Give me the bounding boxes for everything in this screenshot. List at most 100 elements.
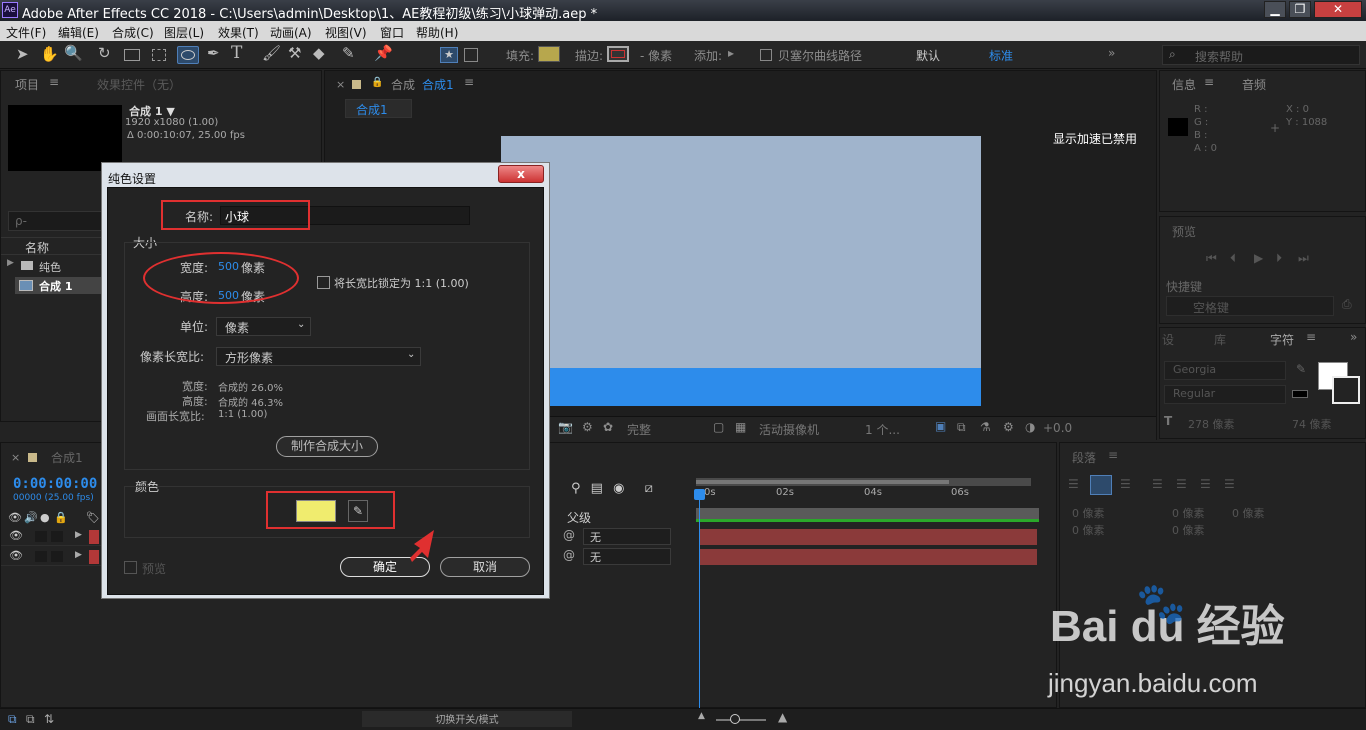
region-icon[interactable]: ▢ <box>713 420 724 434</box>
layer-2-visibility-icon[interactable]: 👁 <box>9 549 23 562</box>
preview-checkbox[interactable] <box>124 561 137 574</box>
align-left-icon[interactable]: ☰ <box>1068 477 1079 491</box>
search-help-box[interactable]: ⌕ 搜索帮助 <box>1162 45 1360 65</box>
layer-1-shy-box[interactable] <box>51 531 63 542</box>
show-snapshot-icon[interactable]: ⚙ <box>582 420 593 434</box>
tab-effect-controls[interactable]: 效果控件（无） <box>97 76 181 93</box>
tab-effects-presets[interactable]: 设 <box>1162 331 1174 348</box>
audio-switch-icon[interactable]: 🔊 <box>24 511 38 524</box>
menu-help[interactable]: 帮助(H) <box>416 24 458 41</box>
pick-whip-icon-1[interactable]: @ <box>563 528 575 542</box>
panel-overflow-icon[interactable]: » <box>1350 330 1357 344</box>
brush-tool-icon[interactable]: 🖌 <box>262 44 281 62</box>
grid-toggle-icon[interactable] <box>464 48 478 62</box>
prev-frame-icon[interactable]: ⏴ <box>1230 251 1236 266</box>
justify-all-icon[interactable]: ☰ <box>1224 477 1235 491</box>
render-time-icon[interactable]: ⧉ <box>8 712 17 727</box>
font-family-dropdown[interactable]: Georgia <box>1164 361 1286 380</box>
layer-1-label[interactable] <box>89 530 99 544</box>
label-icon[interactable]: 🏷 <box>86 511 100 524</box>
menu-animation[interactable]: 动画(A) <box>270 24 312 41</box>
timeline-layer-row-2[interactable]: 👁 ▶ <box>1 548 101 566</box>
camera-dropdown[interactable]: 活动摄像机 <box>759 421 819 438</box>
project-menu-icon[interactable]: ≡ <box>49 75 59 89</box>
maximize-button[interactable]: ❐ <box>1289 1 1311 18</box>
star-tool-icon[interactable]: ★ <box>440 47 458 63</box>
ellipse-tool-icon[interactable] <box>177 46 199 64</box>
close-window-button[interactable]: ✕ <box>1314 1 1362 18</box>
motion-blur-icon[interactable]: ◉ <box>613 481 624 496</box>
minimize-button[interactable]: ▁ <box>1264 1 1286 18</box>
draft-3d-icon[interactable]: ⚲ <box>571 481 581 496</box>
lock-switch-icon[interactable]: 🔒 <box>54 511 68 524</box>
cancel-button[interactable]: 取消 <box>440 557 530 577</box>
layer-1-visibility-icon[interactable]: 👁 <box>9 529 23 542</box>
stroke-swatch[interactable] <box>607 46 629 62</box>
fast-preview-icon[interactable]: ▣ <box>935 419 946 433</box>
menu-edit[interactable]: 编辑(E) <box>58 24 99 41</box>
lock-icon[interactable]: 🔒 <box>371 77 383 88</box>
video-switch-icon[interactable]: 👁 <box>8 511 22 524</box>
black-swatch[interactable] <box>1292 390 1308 398</box>
layer-2-lock-box[interactable] <box>35 551 47 562</box>
lock-aspect-checkbox[interactable] <box>317 276 330 289</box>
tab-audio[interactable]: 音频 <box>1242 76 1266 93</box>
first-frame-icon[interactable]: ⏮ <box>1206 251 1217 266</box>
preview-more-icon[interactable]: ⎙ <box>1342 297 1352 312</box>
next-frame-icon[interactable]: ⏵ <box>1276 251 1282 266</box>
roto-brush-tool-icon[interactable]: ✎ <box>342 44 355 62</box>
comp-canvas[interactable] <box>501 136 981 406</box>
dialog-close-button[interactable]: x <box>498 165 544 183</box>
toggle-switches-modes[interactable]: 切换开关/模式 <box>362 711 572 727</box>
tab-info[interactable]: 信息 <box>1172 76 1196 93</box>
expand-in-out-icon[interactable]: ⇅ <box>44 712 54 726</box>
workspace-more-icon[interactable]: » <box>1108 46 1115 60</box>
stroke-color-swatch[interactable] <box>1332 376 1360 404</box>
pen-tool-icon[interactable]: ✒ <box>207 44 220 62</box>
channel-icon[interactable]: ✿ <box>603 420 613 434</box>
playhead[interactable] <box>699 489 700 709</box>
expand-arrow-icon[interactable]: ▶ <box>7 258 14 268</box>
indent-first-value[interactable]: 0 像素 <box>1072 522 1105 538</box>
solo-icon[interactable]: ● <box>40 511 50 524</box>
pixel-aspect-dropdown[interactable]: 方形像素 ⌄ <box>216 347 421 366</box>
flowchart-icon[interactable]: ⚗ <box>980 420 991 434</box>
resolution-dropdown[interactable]: 完整 <box>627 421 709 438</box>
font-style-dropdown[interactable]: Regular <box>1164 385 1286 404</box>
clone-stamp-tool-icon[interactable]: ⚒ <box>288 44 301 62</box>
make-comp-size-button[interactable]: 制作合成大小 <box>276 436 378 457</box>
rotate-tool-icon[interactable]: ↻ <box>98 44 111 62</box>
bezier-checkbox[interactable] <box>760 49 772 61</box>
comp-panel-menu-icon[interactable]: ≡ <box>464 75 474 89</box>
transparency-grid-icon[interactable]: ▦ <box>735 420 746 434</box>
project-item-solids-folder[interactable]: ▶ 纯色 <box>1 257 101 275</box>
tab-libraries[interactable]: 库 <box>1214 331 1226 348</box>
menu-layer[interactable]: 图层(L) <box>164 24 204 41</box>
timeline-layer-row-1[interactable]: 👁 ▶ <box>1 528 101 546</box>
workspace-default[interactable]: 默认 <box>916 47 940 64</box>
tab-paragraph[interactable]: 段落 <box>1072 449 1096 466</box>
work-area-range[interactable] <box>696 480 949 484</box>
layer-1-expand-icon[interactable]: ▶ <box>75 530 82 540</box>
selection-tool-icon[interactable]: ➤ <box>16 45 29 63</box>
column-name-label[interactable]: 名称 <box>25 239 49 256</box>
indent-left-value[interactable]: 0 像素 <box>1072 505 1105 521</box>
space-after-value[interactable]: 0 像素 <box>1172 522 1205 538</box>
justify-last-center-icon[interactable]: ☰ <box>1176 477 1187 491</box>
timeline-icon[interactable]: ⧉ <box>957 420 966 435</box>
comp-subtab[interactable]: 合成1 <box>345 99 412 118</box>
font-size-value[interactable]: 278 像素 <box>1188 416 1235 432</box>
character-menu-icon[interactable]: ≡ <box>1306 330 1316 344</box>
justify-last-left-icon[interactable]: ☰ <box>1152 477 1163 491</box>
text-tool-icon[interactable]: T <box>231 43 242 63</box>
playhead-handle[interactable] <box>694 489 705 500</box>
parent-row-1[interactable]: @ 无 <box>561 528 671 546</box>
layer-2-duration-bar[interactable] <box>699 549 1037 565</box>
close-tab-icon[interactable]: × <box>336 78 345 91</box>
current-timecode[interactable]: 0:00:00:00 <box>13 476 97 492</box>
align-center-icon[interactable] <box>1090 475 1112 495</box>
hand-tool-icon[interactable]: ✋ <box>40 45 59 63</box>
menu-window[interactable]: 窗口 <box>380 24 404 41</box>
menu-composition[interactable]: 合成(C) <box>112 24 154 41</box>
parent-dropdown-1[interactable]: 无 <box>583 528 671 545</box>
